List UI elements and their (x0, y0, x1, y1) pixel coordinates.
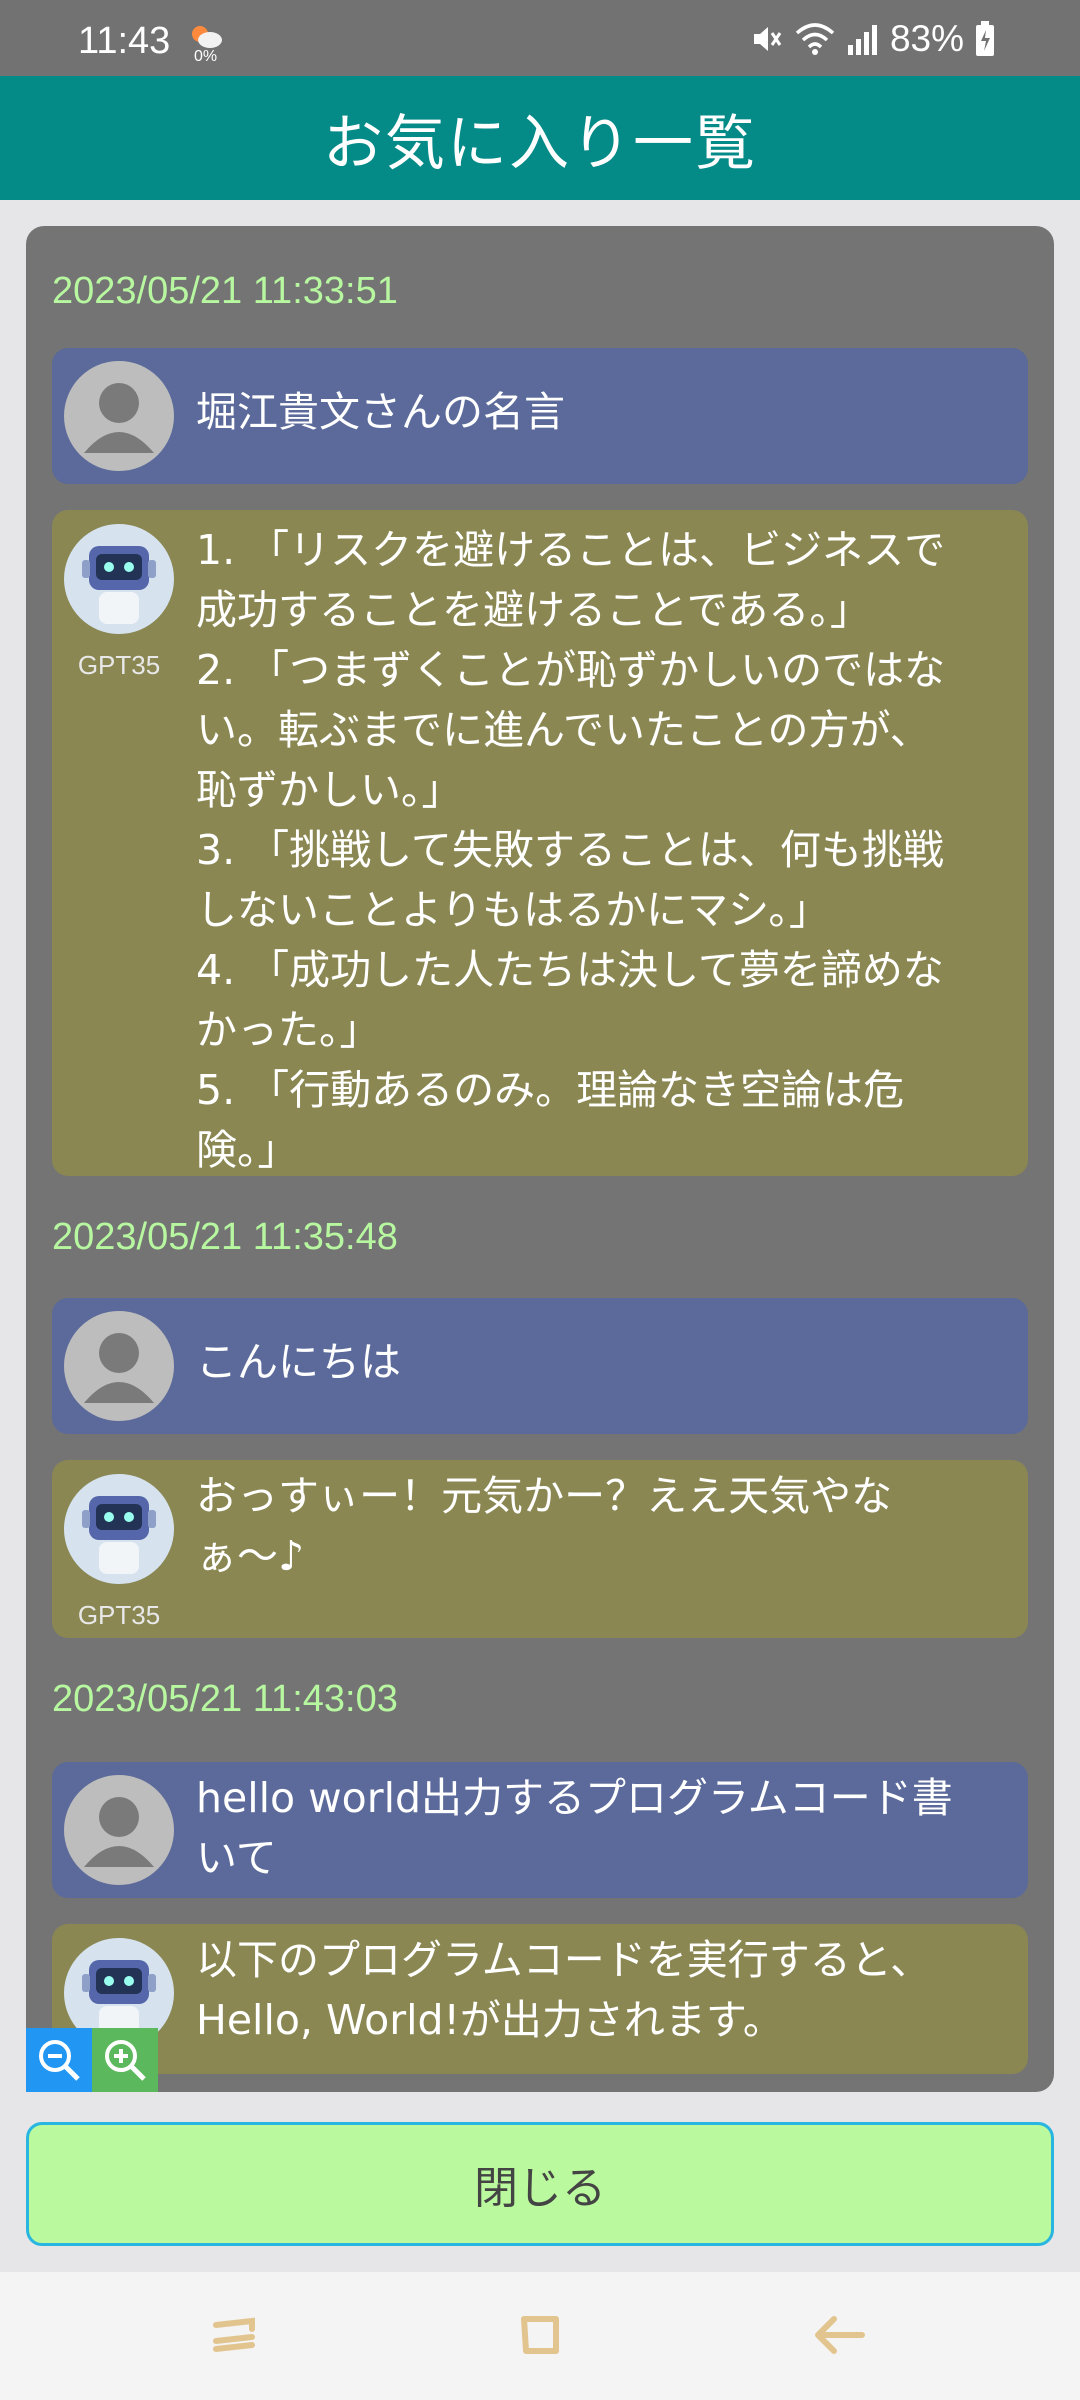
user-message-bubble[interactable]: 堀江貴文さんの名言 (52, 348, 1028, 484)
mute-icon (753, 27, 782, 51)
bot-name-label: GPT35 (77, 650, 161, 680)
back-icon (815, 2316, 865, 2354)
user-message-bubble[interactable]: こんにちは (52, 1298, 1028, 1434)
back-button[interactable] (800, 2300, 880, 2370)
home-icon (521, 2316, 559, 2354)
status-time: 11:43 (78, 20, 171, 62)
favorites-panel[interactable]: 2023/05/21 11:33:51 堀江貴文さんの名言 GPT35 1. 「… (26, 226, 1054, 2092)
status-icons: 83% (748, 18, 996, 60)
zoom-out-icon (39, 2040, 80, 2081)
battery-icon (976, 21, 994, 56)
user-avatar-icon (64, 1311, 174, 1421)
robot-avatar-icon (64, 1474, 174, 1584)
zoom-out-button[interactable] (26, 2028, 92, 2092)
wifi-icon (795, 23, 835, 55)
user-message-text: 堀江貴文さんの名言 (196, 388, 565, 436)
bot-name-label: GPT35 (77, 1600, 161, 1630)
bot-message-bubble[interactable]: GPT35 おっすぃー！元気かー？ええ天気やな ぁ〜♪ (52, 1460, 1028, 1638)
bot-message-text: 1. 「リスクを避けることは、ビジネスで 成功することを避けることである。」 2… (196, 526, 946, 1174)
user-message-bubble[interactable]: hello world出力するプログラムコード書 いて (52, 1762, 1028, 1898)
zoom-in-icon (105, 2040, 146, 2081)
user-message-text: こんにちは (196, 1338, 401, 1386)
recents-button[interactable] (196, 2300, 276, 2370)
favorites-list[interactable]: 2023/05/21 11:33:51 堀江貴文さんの名言 GPT35 1. 「… (26, 226, 1054, 2092)
user-message-text: hello world出力するプログラムコード書 いて (196, 1774, 953, 1882)
bot-message-bubble[interactable]: 以下のプログラムコードを実行すると、 Hello, World!が出力されます。 (52, 1924, 1028, 2074)
user-avatar-icon (64, 1775, 174, 1885)
robot-avatar-icon (64, 524, 174, 634)
bot-message-text: 以下のプログラムコードを実行すると、 Hello, World!が出力されます。 (196, 1936, 932, 2044)
zoom-in-button[interactable] (92, 2028, 158, 2092)
signal-icon (847, 25, 877, 55)
page-title: お気に入り一覧 (323, 108, 757, 179)
favorite-timestamp: 2023/05/21 11:33:51 (52, 270, 398, 312)
status-bar: 11:43 0% 83% (0, 0, 1080, 76)
close-button[interactable]: 閉じる (26, 2122, 1054, 2246)
home-button[interactable] (500, 2300, 580, 2370)
favorite-timestamp: 2023/05/21 11:35:48 (52, 1216, 398, 1258)
recents-icon (213, 2317, 255, 2352)
title-bar: お気に入り一覧 (0, 76, 1080, 200)
battery-percent: 83% (889, 18, 964, 59)
close-button-label: 閉じる (474, 2163, 606, 2214)
user-avatar-icon (64, 361, 174, 471)
bot-message-bubble[interactable]: GPT35 1. 「リスクを避けることは、ビジネスで 成功することを避けることで… (52, 510, 1028, 1176)
favorite-timestamp: 2023/05/21 11:43:03 (52, 1678, 398, 1720)
weather-percent: 0% (194, 48, 218, 65)
navigation-bar (0, 2272, 1080, 2400)
bot-message-text: おっすぃー！元気かー？ええ天気やな ぁ〜♪ (196, 1472, 893, 1580)
